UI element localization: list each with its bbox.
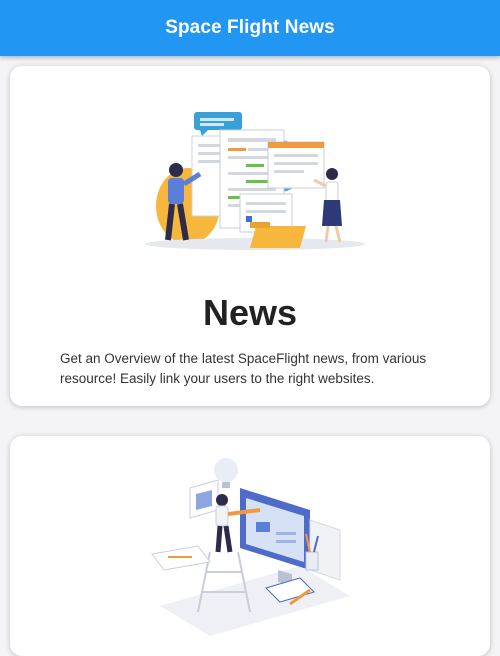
card-title: News bbox=[202, 292, 298, 333]
news-card[interactable]: News Get an Overview of the latest Space… bbox=[10, 66, 490, 406]
app-bar: Space Flight News bbox=[0, 0, 500, 56]
design-illustration bbox=[151, 458, 350, 636]
design-card[interactable] bbox=[10, 436, 490, 656]
news-illustration bbox=[145, 112, 365, 250]
card-description: Get an Overview of the latest SpaceFligh… bbox=[60, 351, 427, 386]
app-title: Space Flight News bbox=[165, 17, 335, 38]
